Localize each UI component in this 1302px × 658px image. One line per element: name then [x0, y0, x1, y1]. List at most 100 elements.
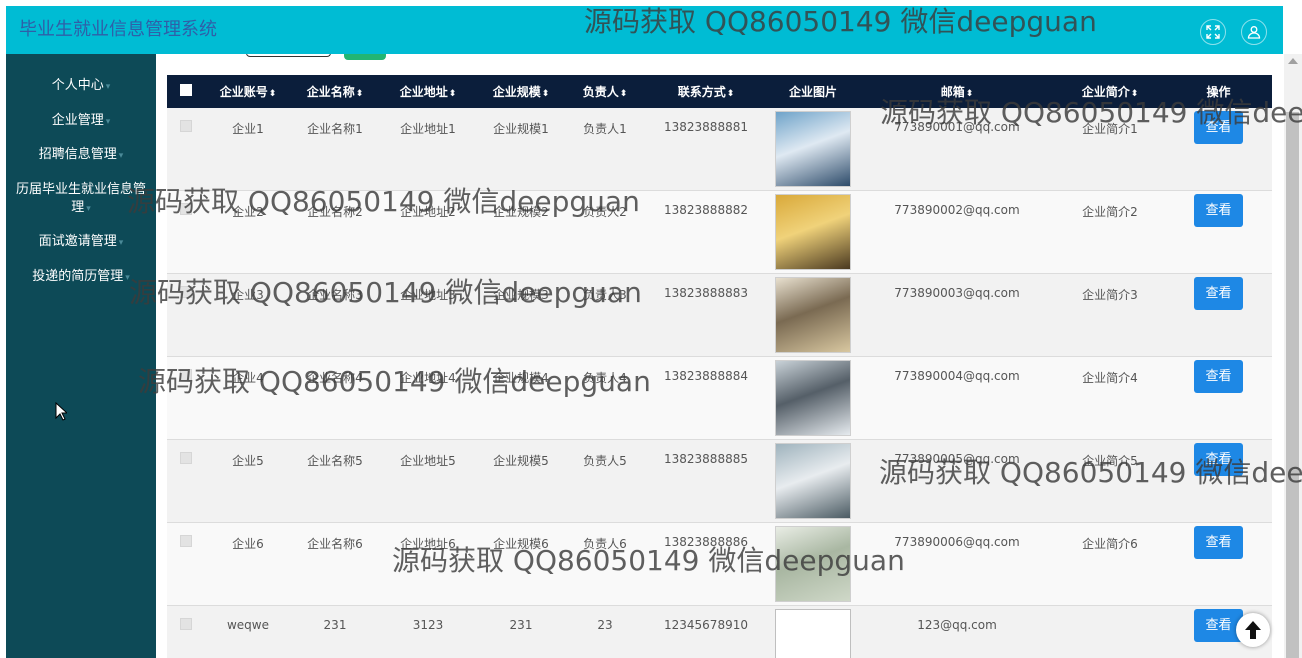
cell-account: 企业4 — [205, 356, 291, 440]
enterprise-image — [775, 526, 851, 602]
col-image: 企业图片 — [767, 75, 859, 108]
cell-intro: 企业简介4 — [1055, 356, 1165, 440]
select-all-header[interactable] — [167, 75, 205, 108]
action-cell: 查看 — [1165, 190, 1272, 274]
action-cell: 查看 — [1165, 522, 1272, 606]
scrollbar-thumb[interactable] — [1286, 112, 1299, 658]
sidebar-item-graduates[interactable]: 历届毕业生就业信息管理 ▾ — [6, 181, 156, 218]
col-phone[interactable]: 联系方式⬍ — [645, 75, 767, 108]
mouse-cursor-icon — [55, 402, 67, 421]
cell-account: weqwe — [205, 605, 291, 658]
cell-name: 企业名称4 — [291, 356, 379, 440]
row-checkbox[interactable] — [180, 452, 192, 464]
sort-icon: ⬍ — [541, 89, 550, 99]
col-email[interactable]: 邮箱⬍ — [859, 75, 1055, 108]
image-cell — [767, 439, 859, 523]
cell-email: 773890005@qq.com — [859, 439, 1055, 523]
select-all-checkbox[interactable] — [180, 84, 192, 96]
top-header: 毕业生就业信息管理系统 — [6, 6, 1283, 54]
cell-phone: 12345678910 — [645, 605, 767, 658]
sort-icon: ⬍ — [268, 89, 277, 99]
row-select-cell — [167, 356, 205, 440]
cell-email: 773890006@qq.com — [859, 522, 1055, 606]
column-label: 企业规模 — [492, 85, 541, 99]
row-checkbox[interactable] — [180, 618, 192, 630]
view-button[interactable]: 查看 — [1194, 360, 1243, 393]
sidebar-item-label: 招聘信息管理 — [38, 147, 117, 162]
col-intro[interactable]: 企业简介⬍ — [1055, 75, 1165, 108]
cell-contact: 负责人5 — [565, 439, 645, 523]
column-label: 负责人 — [582, 85, 619, 99]
enterprise-image — [775, 277, 851, 353]
column-label: 操作 — [1206, 85, 1231, 99]
sidebar-item-recruitment[interactable]: 招聘信息管理 ▾ — [6, 146, 156, 165]
column-label: 企业名称 — [306, 85, 355, 99]
chevron-down-icon: ▾ — [118, 151, 124, 161]
table-row: 企业1 企业名称1 企业地址1 企业规模1 负责人1 13823888881 7738900… — [167, 108, 1272, 191]
cell-email: 123@qq.com — [859, 605, 1055, 658]
cell-scale: 231 — [477, 605, 565, 658]
view-button[interactable]: 查看 — [1194, 277, 1243, 310]
cell-email: 773890003@qq.com — [859, 273, 1055, 357]
cell-name: 231 — [291, 605, 379, 658]
table-row: 企业6 企业名称6 企业地址6 企业规模6 负责人6 13823888886 7738900… — [167, 522, 1272, 606]
table-row: 企业2 企业名称2 企业地址2 企业规模2 负责人2 13823888882 7738900… — [167, 190, 1272, 274]
sidebar-item-label: 个人中心 — [51, 78, 104, 93]
user-icon — [1247, 26, 1261, 39]
image-cell — [767, 108, 859, 191]
cell-scale: 企业规模3 — [477, 273, 565, 357]
table-row: 企业3 企业名称3 企业地址3 企业规模3 负责人3 13823888883 7738900… — [167, 273, 1272, 357]
view-button[interactable]: 查看 — [1194, 194, 1243, 227]
broken-image-icon — [775, 609, 851, 658]
col-name[interactable]: 企业名称⬍ — [291, 75, 379, 108]
cell-scale: 企业规模2 — [477, 190, 565, 274]
row-checkbox[interactable] — [180, 203, 192, 215]
app-title: 毕业生就业信息管理系统 — [19, 19, 217, 40]
cell-contact: 负责人3 — [565, 273, 645, 357]
view-button[interactable]: 查看 — [1194, 526, 1243, 559]
column-label: 企业地址 — [399, 85, 448, 99]
row-checkbox[interactable] — [180, 120, 192, 132]
app-window: 毕业生就业信息管理系统 个人中心 ▾ 企业管理 ▾ 招聘信息管理 ▾ 历届毕业生就业信… — [0, 0, 1302, 658]
col-contact[interactable]: 负责人⬍ — [565, 75, 645, 108]
back-to-top-button[interactable] — [1236, 613, 1270, 647]
cell-intro: 企业简介2 — [1055, 190, 1165, 274]
view-button[interactable]: 查看 — [1194, 111, 1243, 144]
sidebar-item-interviews[interactable]: 面试邀请管理 ▾ — [6, 233, 156, 252]
sidebar-item-enterprise[interactable]: 企业管理 ▾ — [6, 112, 156, 131]
enterprise-image — [775, 111, 851, 187]
row-checkbox[interactable] — [180, 369, 192, 381]
user-button[interactable] — [1241, 19, 1267, 45]
sidebar-item-label: 历届毕业生就业信息管理 — [15, 182, 146, 215]
cell-scale: 企业规模6 — [477, 522, 565, 606]
image-cell — [767, 522, 859, 606]
search-button[interactable] — [344, 54, 386, 60]
sidebar-item-personal-center[interactable]: 个人中心 ▾ — [6, 77, 156, 96]
enterprise-image — [775, 360, 851, 436]
row-checkbox[interactable] — [180, 535, 192, 547]
image-cell — [767, 190, 859, 274]
cell-phone: 13823888886 — [645, 522, 767, 606]
col-scale[interactable]: 企业规模⬍ — [477, 75, 565, 108]
fullscreen-button[interactable] — [1200, 19, 1226, 45]
cell-address: 企业地址4 — [379, 356, 477, 440]
cell-contact: 23 — [565, 605, 645, 658]
row-checkbox[interactable] — [180, 286, 192, 298]
sidebar-item-resumes[interactable]: 投递的简历管理 ▾ — [6, 268, 156, 287]
cell-contact: 负责人1 — [565, 108, 645, 191]
cell-phone: 13823888885 — [645, 439, 767, 523]
scroll-up-arrow-icon[interactable] — [1288, 58, 1298, 64]
cell-name: 企业名称5 — [291, 439, 379, 523]
search-input[interactable] — [246, 54, 331, 57]
col-account[interactable]: 企业账号⬍ — [205, 75, 291, 108]
row-select-cell — [167, 273, 205, 357]
action-cell: 查看 — [1165, 356, 1272, 440]
chevron-down-icon: ▾ — [105, 117, 111, 127]
table-row: 企业4 企业名称4 企业地址4 企业规模4 负责人4 13823888884 7738900… — [167, 356, 1272, 440]
cell-name: 企业名称2 — [291, 190, 379, 274]
view-button[interactable]: 查看 — [1194, 443, 1243, 476]
cell-scale: 企业规模4 — [477, 356, 565, 440]
table-header-row: 企业账号⬍ 企业名称⬍ 企业地址⬍ 企业规模⬍ 负责人⬍ 联系方式⬍ 企业图片 … — [167, 75, 1272, 108]
sort-icon: ⬍ — [1130, 89, 1139, 99]
col-address[interactable]: 企业地址⬍ — [379, 75, 477, 108]
